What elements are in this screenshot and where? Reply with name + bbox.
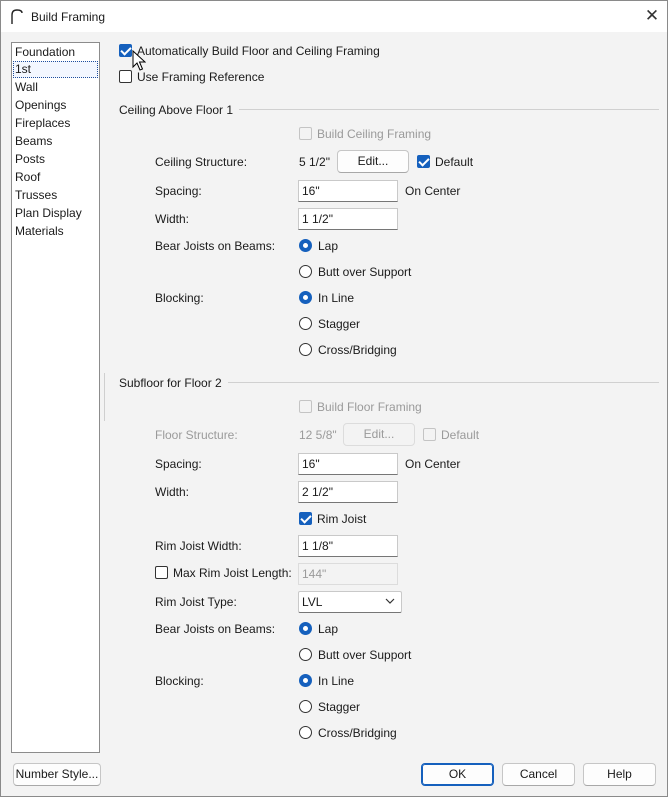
ceiling-spacing-input[interactable]: 16" bbox=[298, 180, 398, 202]
chevron-down-icon bbox=[385, 598, 395, 604]
build-floor-framing-label: Build Floor Framing bbox=[317, 400, 422, 414]
use-framing-reference-label: Use Framing Reference bbox=[137, 70, 265, 84]
build-ceiling-framing-label: Build Ceiling Framing bbox=[317, 127, 432, 141]
ceiling-structure-value: 5 1/2" bbox=[299, 155, 330, 169]
build-framing-dialog: Build Framing ✕ Foundation 1st Wall Open… bbox=[0, 0, 668, 797]
ok-button[interactable]: OK bbox=[421, 763, 494, 786]
max-rim-joist-length-label: Max Rim Joist Length: bbox=[173, 566, 292, 580]
ceiling-blocking-inline-label: In Line bbox=[318, 291, 355, 305]
rim-joist-label: Rim Joist bbox=[317, 512, 367, 526]
ceiling-width-label: Width: bbox=[155, 212, 190, 226]
ceiling-blocking-cross-radio[interactable] bbox=[299, 343, 312, 356]
ceiling-bear-joists-label: Bear Joists on Beams: bbox=[155, 239, 276, 253]
nav-item-beams[interactable]: Beams bbox=[13, 133, 98, 150]
ceiling-bear-lap-radio[interactable] bbox=[299, 239, 312, 252]
max-rim-joist-length-input[interactable]: 144" bbox=[298, 563, 398, 585]
ceiling-blocking-stagger-radio[interactable] bbox=[299, 317, 312, 330]
nav-item-trusses[interactable]: Trusses bbox=[13, 187, 98, 204]
use-framing-reference-checkbox[interactable] bbox=[119, 70, 132, 83]
subfloor-blocking-inline-label: In Line bbox=[318, 674, 355, 688]
ceiling-default-label: Default bbox=[435, 155, 474, 169]
ceiling-bear-butt-label: Butt over Support bbox=[318, 265, 412, 279]
rim-joist-width-input[interactable]: 1 1/8" bbox=[298, 535, 398, 557]
subfloor-width-input[interactable]: 2 1/2" bbox=[298, 481, 398, 503]
nav-item-roof[interactable]: Roof bbox=[13, 169, 98, 186]
ceiling-default-checkbox[interactable] bbox=[417, 155, 430, 168]
subfloor-width-label: Width: bbox=[155, 485, 190, 499]
subfloor-blocking-inline-radio[interactable] bbox=[299, 674, 312, 687]
floor-structure-value: 12 5/8" bbox=[299, 428, 337, 442]
category-list[interactable]: Foundation 1st Wall Openings Fireplaces … bbox=[11, 42, 100, 753]
ceiling-width-input[interactable]: 1 1/2" bbox=[298, 208, 398, 230]
subfloor-spacing-label: Spacing: bbox=[155, 457, 202, 471]
ceiling-blocking-inline-radio[interactable] bbox=[299, 291, 312, 304]
subfloor-blocking-cross-label: Cross/Bridging bbox=[318, 726, 397, 740]
subfloor-blocking-stagger-label: Stagger bbox=[318, 700, 361, 714]
rim-joist-checkbox[interactable] bbox=[299, 512, 312, 525]
subfloor-blocking-cross-radio[interactable] bbox=[299, 726, 312, 739]
ceiling-structure-edit-button[interactable]: Edit... bbox=[337, 150, 409, 173]
window-title: Build Framing bbox=[31, 10, 106, 24]
subfloor-on-center-label: On Center bbox=[405, 457, 461, 471]
auto-build-checkbox[interactable] bbox=[119, 44, 132, 57]
nav-item-fireplaces[interactable]: Fireplaces bbox=[13, 115, 98, 132]
ceiling-blocking-stagger-label: Stagger bbox=[318, 317, 361, 331]
help-button[interactable]: Help bbox=[583, 763, 656, 786]
build-floor-framing-checkbox[interactable] bbox=[299, 400, 312, 413]
subfloor-spacing-input[interactable]: 16" bbox=[298, 453, 398, 475]
number-style-button[interactable]: Number Style... bbox=[13, 763, 101, 786]
nav-item-foundation[interactable]: Foundation bbox=[13, 44, 98, 61]
ceiling-blocking-label: Blocking: bbox=[155, 291, 204, 305]
subfloor-blocking-label: Blocking: bbox=[155, 674, 204, 688]
splitter-handle[interactable] bbox=[104, 373, 106, 421]
nav-item-plan-display[interactable]: Plan Display bbox=[13, 205, 98, 222]
subfloor-bear-butt-radio[interactable] bbox=[299, 648, 312, 661]
floor-structure-edit-button[interactable]: Edit... bbox=[343, 423, 415, 446]
subfloor-section-title: Subfloor for Floor 2 bbox=[119, 376, 228, 390]
ceiling-bear-lap-label: Lap bbox=[318, 239, 339, 253]
cancel-button[interactable]: Cancel bbox=[502, 763, 575, 786]
rim-joist-type-label: Rim Joist Type: bbox=[155, 595, 237, 609]
title-bar: Build Framing ✕ bbox=[1, 1, 667, 32]
ceiling-spacing-label: Spacing: bbox=[155, 184, 202, 198]
ceiling-structure-label: Ceiling Structure: bbox=[155, 155, 248, 169]
subfloor-bear-lap-radio[interactable] bbox=[299, 622, 312, 635]
nav-item-materials[interactable]: Materials bbox=[13, 223, 98, 240]
max-rim-joist-length-checkbox[interactable] bbox=[155, 566, 168, 579]
subfloor-blocking-stagger-radio[interactable] bbox=[299, 700, 312, 713]
rim-joist-type-value: LVL bbox=[302, 595, 323, 609]
arch-icon bbox=[11, 9, 23, 24]
ceiling-blocking-cross-label: Cross/Bridging bbox=[318, 343, 397, 357]
subfloor-bear-joists-label: Bear Joists on Beams: bbox=[155, 622, 276, 636]
nav-item-wall[interactable]: Wall bbox=[13, 79, 98, 96]
close-icon[interactable]: ✕ bbox=[644, 7, 660, 24]
nav-item-openings[interactable]: Openings bbox=[13, 97, 98, 114]
auto-build-label: Automatically Build Floor and Ceiling Fr… bbox=[137, 44, 380, 58]
subfloor-bear-butt-label: Butt over Support bbox=[318, 648, 412, 662]
nav-item-1st[interactable]: 1st bbox=[13, 61, 98, 78]
floor-structure-label: Floor Structure: bbox=[155, 428, 238, 442]
build-ceiling-framing-checkbox[interactable] bbox=[299, 127, 312, 140]
ceiling-section-title: Ceiling Above Floor 1 bbox=[119, 103, 240, 117]
subfloor-bear-lap-label: Lap bbox=[318, 622, 339, 636]
floor-default-checkbox[interactable] bbox=[423, 428, 436, 441]
nav-item-posts[interactable]: Posts bbox=[13, 151, 98, 168]
ceiling-on-center-label: On Center bbox=[405, 184, 461, 198]
floor-default-label: Default bbox=[441, 428, 480, 442]
ceiling-bear-butt-radio[interactable] bbox=[299, 265, 312, 278]
rim-joist-type-select[interactable]: LVL bbox=[298, 591, 402, 613]
rim-joist-width-label: Rim Joist Width: bbox=[155, 539, 242, 553]
